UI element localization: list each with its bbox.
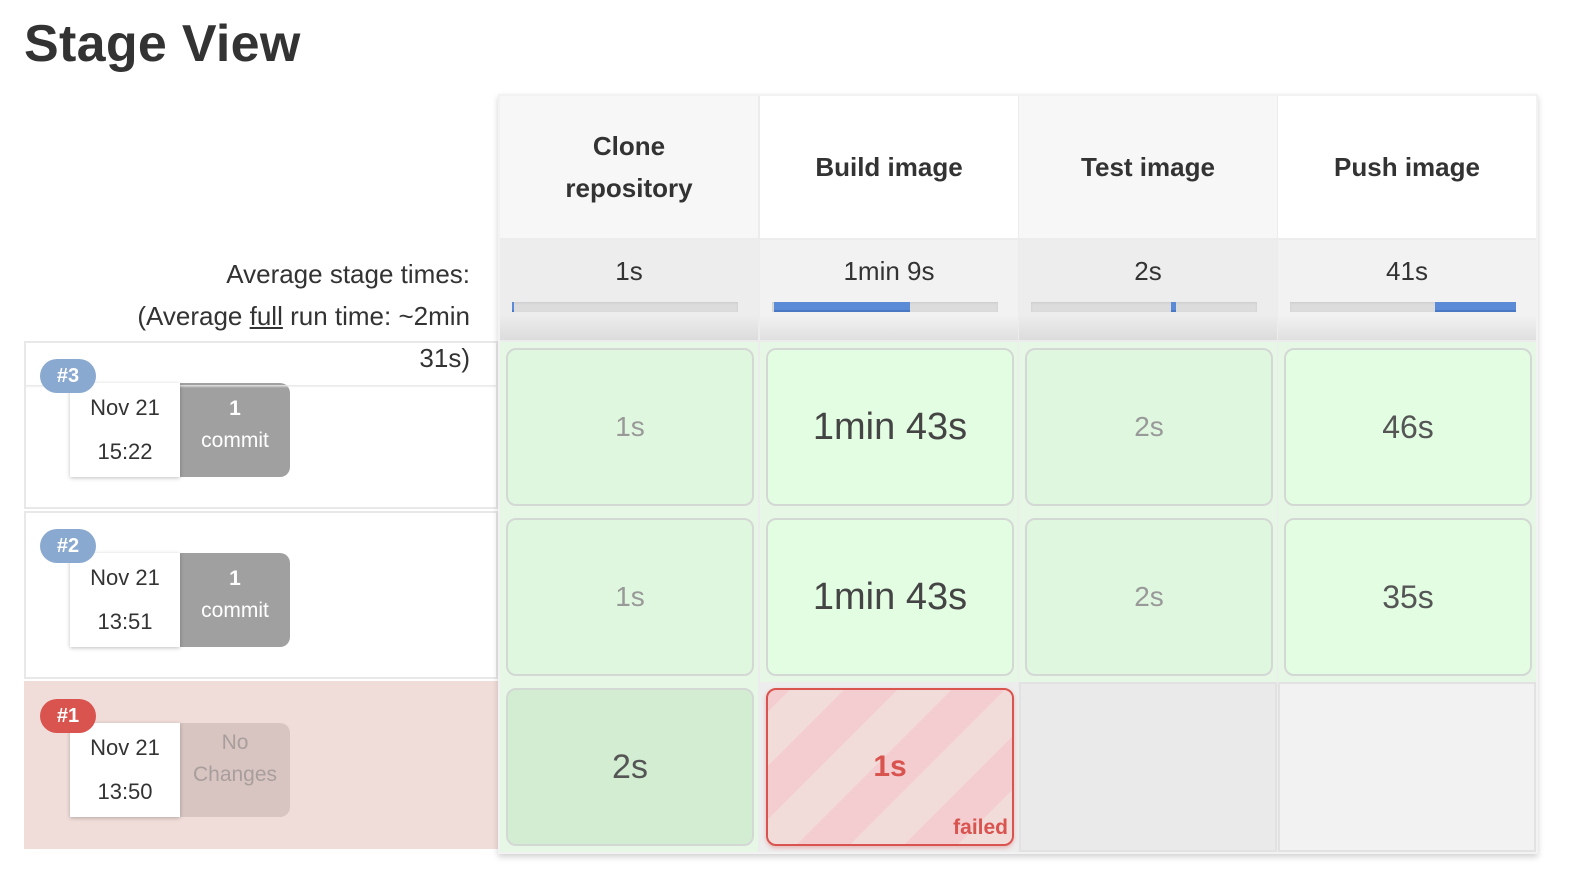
stage-cell-success[interactable]: 35s [1284,518,1532,676]
stage-table: Clone repository 1s 1s 1s 2s Build image… [498,94,1538,854]
build-row-failed: #1 Nov 21 13:50 No Changes [24,681,498,849]
stage-header: Push image [1278,96,1536,238]
changes-label: Changes [192,763,278,786]
average-full-run-label-continued: 31s) [419,343,470,373]
stage-progress-bar [1290,302,1516,312]
full-run-suffix: run time: ~2min [282,301,470,331]
changes-count: 1 [229,397,241,420]
stage-cell-duration: 1s [873,750,907,783]
build-row: #2 Nov 21 13:51 1 commit [24,511,498,679]
stage-progress-fill [774,302,910,312]
stage-cell-success[interactable]: 46s [1284,348,1532,506]
stage-cell-success[interactable]: 1min 43s [766,348,1014,506]
average-full-run-label: (Average full run time: ~2min [20,295,470,337]
changes-button[interactable]: 1 commit [180,383,290,477]
build-date-day: Nov 21 [90,395,160,420]
stage-progress-bar [512,302,738,312]
stage-cell-success[interactable]: 1s [506,518,754,676]
changes-label: commit [201,599,269,622]
stage-average-time: 2s [1134,256,1162,286]
changes-label: commit [201,429,269,452]
changes-count: 1 [229,567,241,590]
stage-cell-success[interactable]: 1s [506,348,754,506]
stage-column-build-image: Build image 1min 9s 1min 43s 1min 43s 1s… [760,96,1018,852]
build-date-day: Nov 21 [90,735,160,760]
stage-cell-success[interactable]: 2s [1025,348,1273,506]
build-date-time: 13:50 [97,779,153,804]
failed-status-label: failed [953,816,1008,839]
stage-average-time: 1min 9s [843,256,935,286]
stage-header: Test image [1019,96,1277,238]
stage-column-clone-repository: Clone repository 1s 1s 1s 2s [500,96,758,852]
stage-cell-failed[interactable]: 1s failed [766,688,1014,846]
average-stage-times-label: Average stage times: [226,259,470,289]
stage-cell-empty [1278,682,1536,852]
build-number-badge[interactable]: #1 [40,699,96,733]
no-changes-indicator: No Changes [180,723,290,817]
full-run-link[interactable]: full [250,301,283,331]
build-number-badge[interactable]: #2 [40,529,96,563]
stage-header: Build image [760,96,1018,238]
build-date-time: 13:51 [97,609,153,634]
build-date-day: Nov 21 [90,565,160,590]
full-run-prefix: (Average [137,301,250,331]
changes-count: No [221,731,249,754]
build-date: Nov 21 13:50 [70,723,180,817]
stage-average-cell [1278,240,1536,340]
stage-cell-success[interactable]: 1min 43s [766,518,1014,676]
build-date-time: 15:22 [97,439,153,464]
stage-average-time: 41s [1386,256,1428,286]
stage-progress-fill [512,302,515,312]
changes-button[interactable]: 1 commit [180,553,290,647]
build-date: Nov 21 13:51 [70,553,180,647]
stage-progress-fill [1171,302,1176,312]
build-date: Nov 21 15:22 [70,383,180,477]
stage-progress-bar [772,302,998,312]
stage-column-push-image: Push image 41s 46s 35s [1278,96,1536,852]
stage-average-cell [760,240,1018,340]
stage-average-time: 1s [615,256,643,286]
stage-average-cell [500,240,758,340]
stage-cell-success[interactable]: 2s [1025,518,1273,676]
stage-progress-fill [1434,302,1516,312]
stage-average-cell [1019,240,1277,340]
stage-column-test-image: Test image 2s 2s 2s [1019,96,1277,852]
stage-header: Clone repository [500,96,758,238]
stage-progress-bar [1031,302,1257,312]
stage-cell-success[interactable]: 2s [506,688,754,846]
page-title: Stage View [24,15,301,73]
stage-cell-empty [1019,682,1277,852]
